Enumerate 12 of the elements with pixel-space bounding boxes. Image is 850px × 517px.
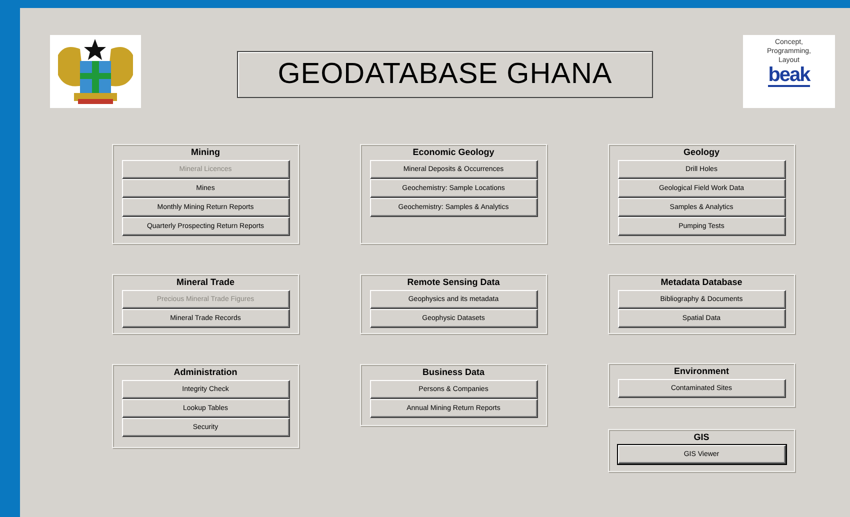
group-title: Business Data	[422, 366, 485, 378]
group-title: Administration	[174, 366, 238, 378]
group-title: Metadata Database	[660, 276, 742, 288]
group-title: Remote Sensing Data	[407, 276, 500, 288]
app-title: GEODATABASE GHANA	[278, 60, 612, 89]
group-title: Environment	[674, 365, 729, 377]
brand-logo: beak	[768, 65, 810, 87]
group-title: Economic Geology	[412, 146, 494, 158]
group-title: Mineral Trade	[176, 276, 235, 288]
group-title: GIS	[694, 431, 710, 443]
group-title: Mining	[191, 146, 220, 158]
group-title: Geology	[683, 146, 720, 158]
